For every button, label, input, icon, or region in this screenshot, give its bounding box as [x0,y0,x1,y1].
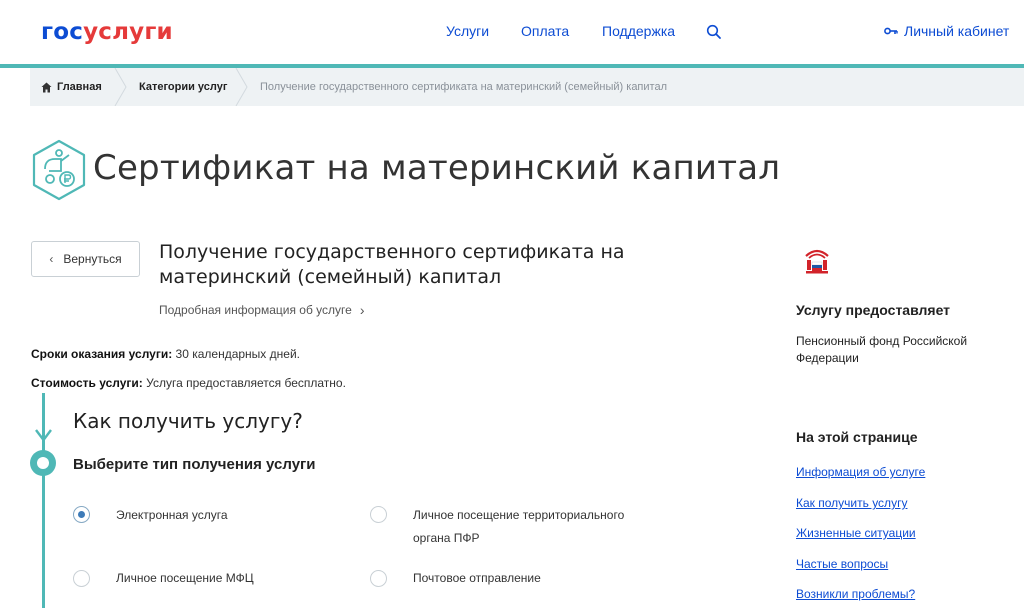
option-mfc-visit-radio[interactable] [73,570,90,587]
maternity-capital-icon [32,139,86,201]
personal-cabinet-link[interactable]: Личный кабинет [884,23,1009,39]
step-marker [30,450,56,476]
service-details-link[interactable]: Подробная информация об услуге › [159,302,364,318]
home-icon [41,82,52,92]
breadcrumb-current: Получение государственного сертификата н… [260,81,667,93]
page-title: Сертификат на материнский капитал [93,148,781,188]
back-button-label: Вернуться [63,252,122,266]
breadcrumb-separator-icon [235,68,248,106]
logo-part-uslugi: услуги [83,19,173,45]
search-icon[interactable] [706,24,722,40]
on-this-page-title: На этой странице [796,429,918,445]
nav-payment-link[interactable]: Оплата [521,23,569,39]
back-button[interactable]: ‹ Вернуться [31,241,140,277]
option-postal-radio[interactable] [370,570,387,587]
onpage-link-life-situations[interactable]: Жизненные ситуации [796,526,916,540]
nav-services-link[interactable]: Услуги [446,23,489,39]
service-terms-value: 30 календарных дней. [172,347,300,361]
service-details-label: Подробная информация об услуге [159,303,352,317]
breadcrumb-home-label: Главная [57,81,102,93]
breadcrumb-separator-icon [114,68,127,106]
choose-type-title: Выберите тип получения услуги [73,456,316,473]
onpage-link-how-to-get[interactable]: Как получить услугу [796,496,907,510]
site-header: госуслуги Услуги Оплата Поддержка Личный… [0,0,1024,64]
provider-name: Пенсионный фонд Российской Федерации [796,334,968,365]
steps-timeline [42,393,45,608]
personal-cabinet-label: Личный кабинет [904,23,1010,39]
service-cost-label: Стоимость услуги: [31,376,143,390]
arrow-down-icon [35,429,52,442]
onpage-link-faq[interactable]: Частые вопросы [796,557,888,571]
provider-title: Услугу предоставляет [796,302,951,318]
option-pfr-visit-radio[interactable] [370,506,387,523]
breadcrumb-home[interactable]: Главная [41,68,102,106]
option-electronic-radio[interactable] [73,506,90,523]
option-mfc-visit-label[interactable]: Личное посещение МФЦ [116,567,254,590]
how-to-get-title: Как получить услугу? [73,409,303,433]
option-postal-label[interactable]: Почтовое отправление [413,567,541,590]
service-cost-value: Услуга предоставляется бесплатно. [142,376,346,390]
nav-support-link[interactable]: Поддержка [602,23,675,39]
option-electronic-label[interactable]: Электронная услуга [116,504,228,527]
breadcrumb-categories[interactable]: Категории услуг [139,68,227,106]
service-terms-label: Сроки оказания услуги: [31,347,173,361]
chevron-right-icon: › [359,302,365,318]
key-icon [884,27,898,35]
onpage-link-problems[interactable]: Возникли проблемы? [796,587,915,601]
service-title: Получение государственного сертификата н… [159,241,625,288]
gosuslugi-logo[interactable]: госуслуги [41,19,173,45]
onpage-link-service-info[interactable]: Информация об услуге [796,465,925,479]
service-terms: Сроки оказания услуги: 30 календарных дн… [31,347,300,361]
option-pfr-visit-label-line2[interactable]: органа ПФР [413,527,480,550]
service-cost: Стоимость услуги: Услуга предоставляется… [31,376,346,390]
option-pfr-visit-label-line1[interactable]: Личное посещение территориального [413,504,624,527]
logo-part-gos: гос [41,19,84,45]
breadcrumb: Главная Категории услуг Получение госуда… [30,68,1024,106]
chevron-left-icon: ‹ [49,252,54,266]
pfr-logo-icon [805,249,829,274]
